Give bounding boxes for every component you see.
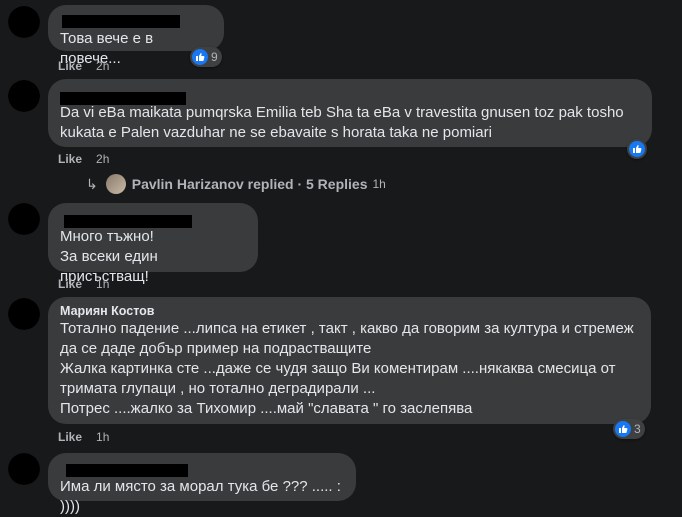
like-link[interactable]: Like (58, 152, 82, 166)
comment-time[interactable]: 2h (96, 59, 109, 73)
comment-bubble: Много тъжно! За всеки един присъстващ! (48, 203, 258, 285)
reply-arrow-icon: ↳ (86, 175, 98, 192)
comment-bubble: Мариян Костов Тотално падение ...липса н… (48, 297, 651, 424)
censor-bar (8, 203, 40, 235)
comment-author-redacted[interactable] (60, 87, 640, 105)
replies-time: 1h (372, 177, 386, 191)
censor-bar (8, 298, 40, 330)
redaction-bar (60, 92, 186, 105)
like-link[interactable]: Like (58, 59, 82, 73)
reaction-count-value: 9 (211, 50, 218, 64)
comment-author-redacted[interactable] (60, 13, 212, 29)
comment-avatar[interactable] (8, 80, 40, 112)
like-reaction-icon (615, 421, 631, 437)
redaction-bar (64, 215, 192, 228)
like-reaction-icon (629, 141, 645, 157)
comment-avatar[interactable] (8, 453, 40, 485)
censor-bar (8, 80, 40, 112)
like-reaction-icon (192, 49, 208, 65)
comment-meta: Like 2h (58, 59, 109, 73)
reaction-count[interactable]: 3 (613, 419, 645, 439)
comment-bubble: Това вече е в повече... (48, 5, 224, 67)
comment-avatar[interactable] (8, 6, 40, 38)
redaction-bar (62, 15, 180, 28)
view-replies-link[interactable]: ↳ Pavlin Harizanov replied · 5 Replies 1… (86, 174, 386, 194)
comment-author[interactable]: Мариян Костов (60, 303, 639, 319)
reaction-count[interactable] (627, 139, 647, 159)
redaction-bar (66, 464, 188, 477)
comment-avatar[interactable] (8, 203, 40, 235)
comment-meta: Like 1h (58, 430, 109, 444)
comment-text: Тотално падение ...липса на етикет , так… (60, 320, 634, 417)
reaction-count-value: 3 (634, 422, 641, 436)
comment-time[interactable]: 1h (96, 277, 109, 291)
comment-time[interactable]: 2h (96, 152, 109, 166)
comment-time[interactable]: 1h (96, 430, 109, 444)
comment-meta: Like 2h (58, 152, 109, 166)
like-link[interactable]: Like (58, 430, 82, 444)
replies-label[interactable]: Pavlin Harizanov replied · 5 Replies (132, 176, 368, 192)
comment-meta: Like 1h (58, 277, 109, 291)
comment-bubble: Има ли място за морал тука бе ??? ..... … (48, 453, 356, 515)
like-link[interactable]: Like (58, 277, 82, 291)
comment-text: Da vi eBa maikata pumqrska Emilia teb Sh… (60, 104, 624, 141)
reaction-count[interactable]: 9 (190, 47, 222, 67)
censor-bar (8, 6, 40, 38)
censor-bar (8, 453, 40, 485)
comment-text: Има ли място за морал тука бе ??? ..... … (60, 478, 341, 515)
comment-author-redacted[interactable] (60, 461, 344, 477)
comment-avatar[interactable] (8, 298, 40, 330)
comment-author-redacted[interactable] (60, 211, 246, 228)
reply-author-avatar (105, 174, 126, 194)
comment-bubble: Da vi eBa maikata pumqrska Emilia teb Sh… (48, 79, 652, 147)
